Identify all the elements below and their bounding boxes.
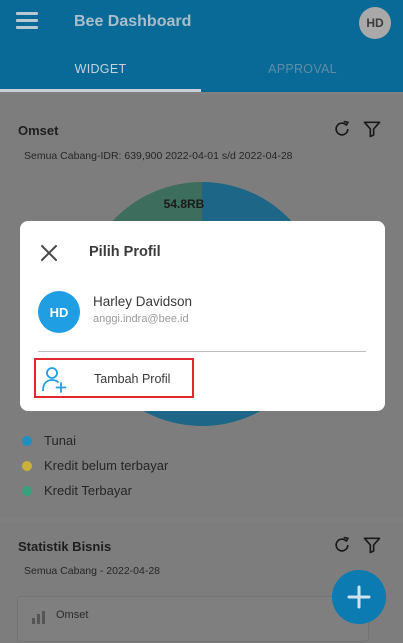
dashboard-page: Bee Dashboard HD WIDGET APPROVAL Omset S… [0, 0, 403, 643]
legend-item-tunai: Tunai [22, 433, 76, 448]
stat-item-omset[interactable]: Omset [17, 596, 369, 642]
add-user-icon [42, 367, 67, 393]
legend-item-kredit-terbayar: Kredit Terbayar [22, 483, 132, 498]
legend-label: Kredit Terbayar [44, 483, 132, 498]
tab-bar: WIDGET APPROVAL [0, 45, 403, 92]
divider [38, 351, 366, 352]
statistik-subtitle: Semua Cabang - 2022-04-28 [24, 565, 161, 577]
profile-avatar[interactable]: HD [38, 291, 80, 333]
tab-approval[interactable]: APPROVAL [202, 45, 403, 92]
choose-profile-dialog: Pilih Profil HD Harley Davidson anggi.in… [20, 221, 385, 411]
legend-label: Tunai [44, 433, 77, 448]
app-title: Bee Dashboard [74, 13, 192, 30]
tab-widget[interactable]: WIDGET [0, 45, 201, 92]
add-fab-button[interactable] [332, 570, 386, 624]
pie-data-label: 54.8RB [164, 197, 205, 211]
active-tab-indicator [0, 89, 201, 92]
profile-name[interactable]: Harley Davidson [93, 294, 192, 309]
plus-icon [347, 585, 371, 609]
add-profile-label: Tambah Profil [94, 372, 171, 386]
add-profile-button[interactable]: Tambah Profil [34, 358, 194, 398]
close-icon[interactable] [39, 243, 59, 263]
dialog-title: Pilih Profil [89, 244, 161, 260]
statistik-title: Statistik Bisnis [18, 539, 112, 554]
legend-item-kredit-belum: Kredit belum terbayar [22, 458, 168, 473]
app-bar: Bee Dashboard HD [0, 0, 403, 45]
bar-chart-icon [32, 611, 45, 624]
user-avatar[interactable]: HD [359, 7, 391, 39]
legend-label: Kredit belum terbayar [44, 458, 169, 473]
refresh-icon[interactable] [332, 535, 352, 555]
legend-dot [22, 435, 32, 446]
filter-icon[interactable] [362, 535, 382, 555]
profile-email: anggi.indra@bee.id [93, 313, 189, 325]
menu-icon[interactable] [16, 12, 40, 32]
legend-dot [22, 485, 32, 496]
stat-item-label: Omset [56, 609, 89, 621]
legend-dot [22, 460, 32, 471]
